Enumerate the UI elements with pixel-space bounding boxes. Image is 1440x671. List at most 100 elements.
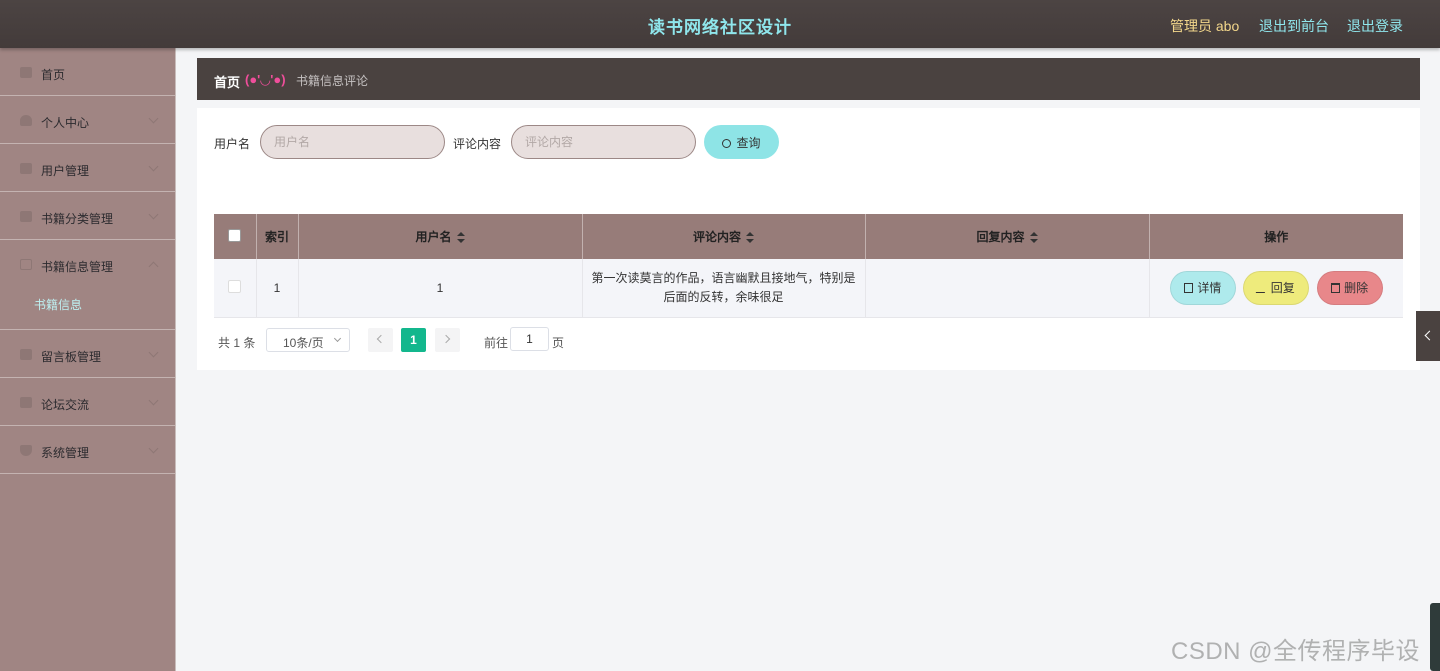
username-search-input[interactable]: [260, 125, 445, 159]
admin-label: 管理员 abo: [1170, 18, 1240, 34]
chevron-down-icon: [148, 113, 159, 124]
sidebar-item-system[interactable]: 系统管理: [0, 426, 175, 474]
row-checkbox[interactable]: [228, 279, 242, 293]
page-number-current[interactable]: 1: [401, 328, 426, 352]
page-unit-label: 页: [552, 336, 565, 350]
sidebar-item-label: 用户管理: [41, 164, 90, 178]
content-panel: 用户名 评论内容 查询 索引 用户名 评论内容 回复内容 操作 1 1 第一次读…: [197, 108, 1420, 370]
search-icon: [722, 138, 732, 148]
column-header-label: 索引: [264, 230, 289, 244]
exit-to-front-link[interactable]: 退出到前台: [1259, 16, 1329, 36]
column-header-comment[interactable]: 评论内容: [582, 214, 866, 259]
page-size-select[interactable]: 10条/页: [266, 328, 350, 352]
message-icon: [20, 349, 32, 360]
detail-button[interactable]: 详情: [1169, 270, 1236, 305]
column-header-actions: 操作: [1149, 214, 1403, 259]
chevron-down-icon: [333, 334, 342, 343]
sidebar-subitem-book-info[interactable]: 书籍信息: [0, 288, 175, 330]
trash-icon: [1331, 282, 1341, 293]
chevron-up-icon: [148, 261, 159, 272]
reply-cell: [865, 259, 1150, 318]
column-header-index: 索引: [256, 214, 299, 259]
chevron-left-icon: [1424, 330, 1435, 341]
query-button-label: 查询: [736, 135, 761, 150]
side-panel-toggle[interactable]: [1416, 311, 1440, 361]
chevron-down-icon: [148, 209, 159, 220]
chevron-down-icon: [148, 395, 159, 406]
breadcrumb-home[interactable]: 首页: [214, 72, 240, 91]
chevron-down-icon: [148, 443, 159, 454]
sidebar-item-forum[interactable]: 论坛交流: [0, 378, 175, 426]
sidebar-item-message-board[interactable]: 留言板管理: [0, 330, 175, 378]
sidebar-item-home[interactable]: 首页: [0, 48, 175, 96]
table-row: 1 1 第一次读莫言的作品，语言幽默且接地气，特别是后面的反转，余味很足 详情 …: [214, 259, 1403, 318]
comment-search-label: 评论内容: [453, 137, 502, 151]
prev-page-button[interactable]: [368, 328, 393, 352]
username-search-label: 用户名: [214, 137, 251, 151]
column-header-reply[interactable]: 回复内容: [865, 214, 1150, 259]
column-header-label: 用户名: [415, 230, 452, 244]
sidebar-item-label: 首页: [41, 68, 66, 82]
book-icon: [20, 259, 32, 270]
goto-page-input[interactable]: [510, 327, 549, 351]
column-header-label: 回复内容: [976, 230, 1025, 244]
comment-search-input[interactable]: [511, 125, 696, 159]
pagination-total: 共 1 条: [218, 336, 256, 350]
breadcrumb-current: 书籍信息评论: [296, 74, 369, 88]
select-all-checkbox[interactable]: [228, 228, 242, 242]
chevron-left-icon: [376, 334, 386, 344]
actions-cell: 详情 回复 删除: [1149, 259, 1403, 318]
sidebar-item-label: 系统管理: [41, 446, 90, 460]
document-icon: [1184, 282, 1194, 293]
sidebar-item-label: 个人中心: [41, 116, 90, 130]
page-size-value: 10条/页: [283, 336, 324, 350]
sort-icon[interactable]: [1029, 232, 1038, 244]
sidebar-item-label: 书籍分类管理: [41, 212, 114, 226]
reply-button-label: 回复: [1270, 280, 1295, 295]
column-header-label: 操作: [1264, 230, 1289, 244]
chevron-right-icon: [441, 334, 451, 344]
next-page-button[interactable]: [435, 328, 460, 352]
logout-link[interactable]: 退出登录: [1347, 16, 1403, 36]
sort-icon[interactable]: [456, 232, 465, 244]
breadcrumb: 首页 (●'◡'●) 书籍信息评论: [197, 58, 1420, 100]
sidebar-item-category-management[interactable]: 书籍分类管理: [0, 192, 175, 240]
column-header-username[interactable]: 用户名: [298, 214, 583, 259]
sidebar-item-label: 论坛交流: [41, 398, 90, 412]
index-cell: 1: [256, 259, 299, 318]
sidebar-item-label: 留言板管理: [41, 350, 102, 364]
top-bar: 读书网络社区设计 管理员 abo 退出到前台 退出登录: [0, 0, 1440, 48]
breadcrumb-emoticon: (●'◡'●): [245, 72, 286, 87]
sidebar-item-personal-center[interactable]: 个人中心: [0, 96, 175, 144]
category-icon: [20, 211, 32, 222]
chevron-down-icon: [148, 347, 159, 358]
detail-button-label: 详情: [1197, 280, 1222, 295]
home-icon: [20, 67, 32, 78]
comment-cell: 第一次读莫言的作品，语言幽默且接地气，特别是后面的反转，余味很足: [582, 259, 866, 318]
table-header-row: 索引 用户名 评论内容 回复内容 操作: [214, 214, 1403, 259]
delete-button-label: 删除: [1344, 280, 1369, 295]
edit-icon: [1255, 282, 1270, 293]
row-select-cell[interactable]: [214, 259, 257, 318]
goto-label: 前往: [484, 336, 509, 350]
delete-button[interactable]: 删除: [1316, 270, 1383, 305]
chevron-down-icon: [148, 161, 159, 172]
column-header-label: 评论内容: [692, 230, 741, 244]
sidebar-item-user-management[interactable]: 用户管理: [0, 144, 175, 192]
username-cell: 1: [298, 259, 583, 318]
sidebar-item-label: 书籍信息管理: [41, 260, 114, 274]
users-icon: [20, 163, 32, 174]
edge-widget: [1430, 603, 1440, 671]
sort-icon[interactable]: [746, 232, 754, 244]
user-icon: [20, 115, 32, 126]
reply-button[interactable]: 回复: [1243, 270, 1310, 305]
system-icon: [20, 445, 32, 456]
comment-table: 索引 用户名 评论内容 回复内容 操作 1 1 第一次读莫言的作品，语言幽默且接…: [214, 214, 1403, 318]
sidebar: 首页 个人中心 用户管理 书籍分类管理 书籍信息管理 书籍信息 留言板管理 论坛…: [0, 48, 176, 671]
watermark: CSDN @全传程序毕设: [1171, 638, 1421, 665]
sidebar-item-book-management[interactable]: 书籍信息管理: [0, 240, 175, 288]
forum-icon: [20, 397, 32, 408]
select-all-header[interactable]: [214, 214, 257, 259]
sidebar-subitem-label: 书籍信息: [34, 298, 83, 312]
query-button[interactable]: 查询: [704, 125, 779, 159]
